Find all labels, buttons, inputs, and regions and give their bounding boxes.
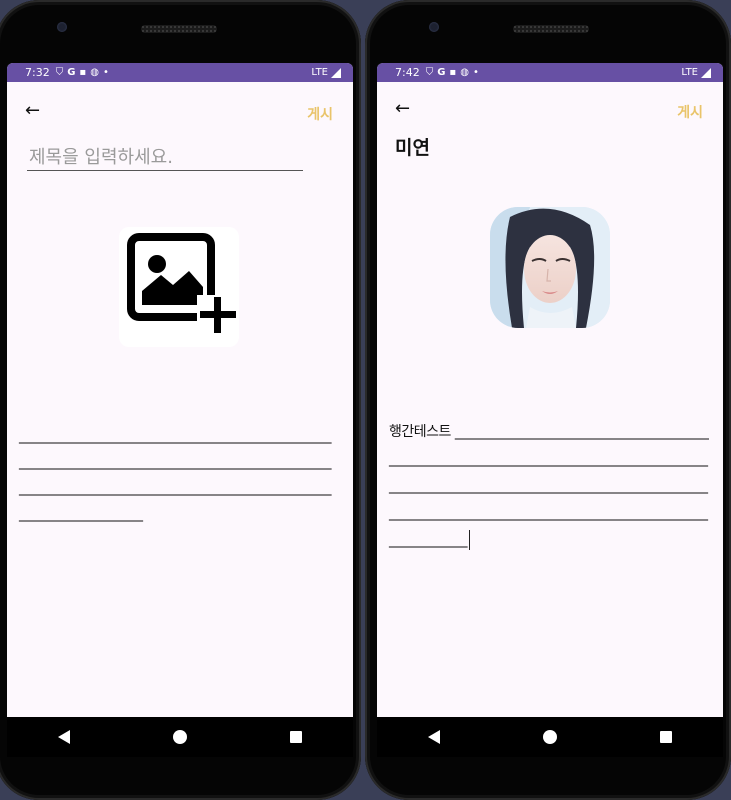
dot-icon: • [472,67,479,78]
nav-home-icon[interactable] [542,730,557,744]
content-text[interactable]: 행간테스트 __________________________________… [389,419,711,554]
signal-icon [701,67,711,78]
nav-home-icon[interactable] [172,730,187,744]
app-bar: ← 게시 [7,82,353,132]
phone-frame-left: 7:32 ⛉ G ▪ ◍ • LTE ← 게시 제목을 입력하세요. _____… [0,0,361,800]
network-type: LTE [311,67,328,78]
nav-recents-icon[interactable] [659,731,672,743]
system-nav-bar [377,717,723,757]
nav-back-icon[interactable] [428,730,441,744]
face-icon: ◍ [460,67,469,78]
shield-icon: ⛉ [425,67,434,78]
phone-frame-right: 7:42 ⛉ G ▪ ◍ • LTE ← 게시 미연 행간테스트 _______… [365,0,731,800]
sd-card-icon: ▪ [449,67,457,78]
status-time: 7:32 [25,66,50,79]
google-icon: G [437,67,446,78]
add-image-button[interactable] [119,227,239,347]
post-button[interactable]: 게시 [677,102,703,122]
post-button[interactable]: 게시 [307,104,333,124]
shield-icon: ⛉ [55,67,64,78]
portrait-image [490,207,610,328]
sd-card-icon: ▪ [79,67,87,78]
status-bar: 7:42 ⛉ G ▪ ◍ • LTE [377,63,723,82]
google-icon: G [67,67,76,78]
network-type: LTE [681,67,698,78]
post-title: 미연 [395,137,430,159]
title-input[interactable] [27,144,303,171]
content-text-body: 행간테스트 __________________________________… [389,424,709,548]
face-icon: ◍ [90,67,99,78]
earpiece-speaker [141,25,217,33]
app-bar: ← 게시 [377,82,723,132]
status-icons: ⛉ G ▪ ◍ • [56,67,109,78]
add-photo-icon [127,233,237,335]
front-camera [429,22,439,32]
status-icons: ⛉ G ▪ ◍ • [426,67,479,78]
back-arrow-icon[interactable]: ← [395,100,410,118]
earpiece-speaker [513,25,589,33]
system-nav-bar [7,717,353,757]
text-cursor [469,530,470,550]
signal-icon [331,67,341,78]
screen-right: 7:42 ⛉ G ▪ ◍ • LTE ← 게시 미연 행간테스트 _______… [377,63,723,717]
dot-icon: • [102,67,109,78]
post-photo [490,207,610,328]
nav-recents-icon[interactable] [289,731,302,743]
screen-left: 7:32 ⛉ G ▪ ◍ • LTE ← 게시 제목을 입력하세요. _____… [7,63,353,717]
front-camera [57,22,67,32]
nav-back-icon[interactable] [58,730,71,744]
back-arrow-icon[interactable]: ← [25,102,40,120]
status-right: LTE [311,67,341,78]
status-bar: 7:32 ⛉ G ▪ ◍ • LTE [7,63,353,82]
content-text[interactable]: ________________________________________… [19,423,337,527]
status-right: LTE [681,67,711,78]
status-time: 7:42 [395,66,420,79]
